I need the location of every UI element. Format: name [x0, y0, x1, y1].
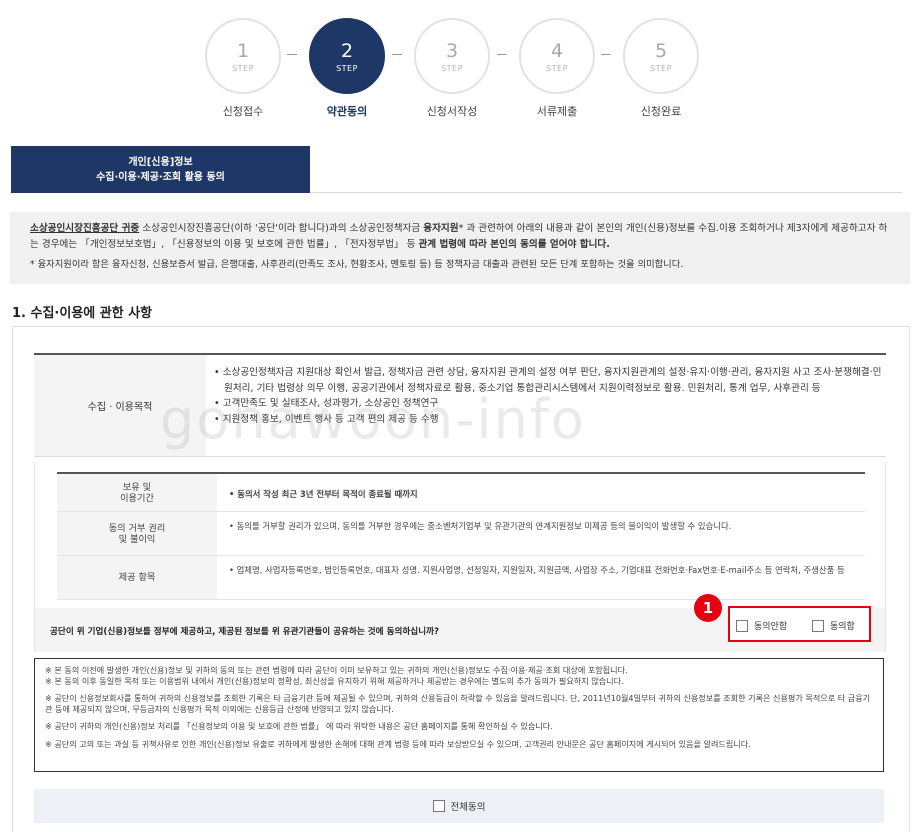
- consent-intro: 소상공인시장진흥공단 귀중 소상공인시장진흥공단(이하 '공단'이라 합니다)과…: [10, 212, 910, 284]
- disagree-label: 동의안함: [754, 622, 788, 632]
- consent-question: 공단이 위 기업(신용)정보를 정부에 제공하고, 제공된 정보를 위 유관기관…: [50, 627, 439, 637]
- header-text: 제공 항목: [118, 572, 156, 583]
- table-row: 제공 항목 • 업체명, 사업자등록번호, 법인등록번호, 대표자 성명. 지원…: [57, 556, 865, 600]
- step-sub: STEP: [232, 63, 254, 73]
- step-sub: STEP: [546, 63, 568, 73]
- step-circle: 4 STEP: [519, 18, 595, 94]
- intro-text-part1: 소상공인시장진흥공단(이하 '공단'이라 합니다)과의 소상공인정책자금: [139, 223, 424, 234]
- purpose-table: 수집 · 이용목적 • 소상공인정책자금 지원대상 확인서 발급, 정책자금 관…: [34, 353, 886, 457]
- step-number: 2: [340, 39, 354, 62]
- step-separator: [497, 54, 507, 55]
- step-number: 3: [445, 39, 459, 62]
- refusal-right-content: • 동의를 거부할 권리가 있으며, 동의를 거부한 경우에는 중소벤처기업부 …: [229, 521, 732, 531]
- agree-checkbox[interactable]: [812, 619, 824, 632]
- step-label: 신청서작성: [426, 105, 478, 118]
- intro-footnote: * 융자지원이라 함은 융자신청, 신용보증서 발급, 은행대출, 사후관리(만…: [30, 259, 684, 270]
- annotation-badge: 1: [694, 594, 722, 622]
- step-sub: STEP: [441, 63, 463, 73]
- purpose-content: • 소상공인정책자금 지원대상 확인서 발급, 정책자금 관련 상담, 융자지원…: [214, 365, 882, 427]
- step-circle: 5 STEP: [623, 18, 699, 94]
- tab-title-line1: 개인[신용]정보: [128, 157, 193, 168]
- table-row: 보유 및 이용기간 • 동의서 작성 최근 3년 전부터 목적이 종료될 때까지: [57, 472, 865, 512]
- provided-items-header: 제공 항목: [57, 556, 217, 599]
- step-2: 2 STEP 약관동의: [307, 18, 387, 119]
- all-agree-bar[interactable]: 전체동의: [34, 789, 884, 823]
- agree-option[interactable]: 동의함: [812, 619, 855, 632]
- agree-label: 동의함: [830, 622, 855, 632]
- step-3: 3 STEP 신청서작성: [412, 18, 492, 119]
- purpose-item: • 지원정책 홍보, 이벤트 행사 등 고객 편의 제공 등 수행: [214, 413, 439, 425]
- step-indicator: 1 STEP 신청접수 2 STEP 약관동의 3 STEP 신청서작성 4 S…: [200, 18, 720, 118]
- step-number: 5: [654, 39, 668, 62]
- intro-bold-part2: 관계 법령에 따라 본인의 동의를 얻어야 합니다.: [418, 239, 610, 250]
- note-paragraph: ※ 공단이 신용정보회사를 통하여 귀하의 신용정보를 조회한 기록은 타 금융…: [45, 693, 871, 714]
- all-agree-label: 전체동의: [450, 802, 486, 813]
- step-circle: 2 STEP: [309, 18, 385, 94]
- step-label: 신청접수: [222, 105, 264, 118]
- step-label: 약관동의: [326, 105, 368, 118]
- header-text: 동의 거부 권리 및 불이익: [108, 522, 166, 545]
- step-sub: STEP: [650, 63, 672, 73]
- table-row: 동의 거부 권리 및 불이익 • 동의를 거부할 권리가 있으며, 동의를 거부…: [57, 512, 865, 556]
- step-circle: 3 STEP: [414, 18, 490, 94]
- step-separator: [287, 54, 297, 55]
- intro-recipient: 소상공인시장진흥공단 귀중: [30, 223, 140, 234]
- consent-detail-table: 보유 및 이용기간 • 동의서 작성 최근 3년 전부터 목적이 종료될 때까지…: [34, 462, 886, 652]
- refusal-right-header: 동의 거부 권리 및 불이익: [57, 512, 217, 555]
- tab-title-line2: 수집·이용·제공·조회 활용 동의: [96, 172, 225, 183]
- disagree-option[interactable]: 동의안함: [736, 619, 787, 632]
- step-number: 4: [550, 39, 564, 62]
- all-agree-checkbox[interactable]: [432, 800, 445, 812]
- retention-period-content: • 동의서 작성 최근 3년 전부터 목적이 종료될 때까지: [229, 489, 418, 499]
- step-label: 신청완료: [640, 105, 682, 118]
- section-title: 1. 수집·이용에 관한 사항: [12, 306, 153, 321]
- step-1: 1 STEP 신청접수: [203, 18, 283, 119]
- step-label: 서류제출: [536, 105, 578, 118]
- step-4: 4 STEP 서류제출: [517, 18, 597, 119]
- step-circle: 1 STEP: [205, 18, 281, 94]
- consent-options: 동의안함 동의함: [728, 606, 871, 642]
- purpose-item: • 고객만족도 및 실태조사, 성과평가, 소상공인 정책연구: [214, 398, 439, 409]
- disagree-checkbox[interactable]: [736, 619, 748, 632]
- provided-items-content: • 업체명, 사업자등록번호, 법인등록번호, 대표자 성명. 지원사업명, 선…: [229, 565, 845, 575]
- note-paragraph: ※ 공단이 귀하의 개인(신용)정보 처리를 「신용정보의 이용 및 보호에 관…: [45, 721, 553, 731]
- consent-notes: ※ 본 동의 이전에 발생한 개인(신용)정보 및 귀하의 동의 또는 관련 법…: [34, 658, 884, 772]
- intro-text: 소상공인시장진흥공단 귀중 소상공인시장진흥공단(이하 '공단'이라 합니다)과…: [30, 221, 896, 253]
- step-number: 1: [236, 39, 250, 62]
- purpose-header: 수집 · 이용목적: [34, 355, 206, 456]
- note-paragraph: ※ 본 동의 이전에 발생한 개인(신용)정보 및 귀하의 동의 또는 관련 법…: [45, 665, 628, 686]
- retention-period-header: 보유 및 이용기간: [57, 474, 217, 511]
- header-text: 보유 및 이용기간: [120, 481, 154, 504]
- tab-personal-info-consent[interactable]: 개인[신용]정보 수집·이용·제공·조회 활용 동의: [11, 146, 310, 193]
- step-5: 5 STEP 신청완료: [621, 18, 701, 119]
- intro-bold-part1: 융자지원: [423, 223, 459, 234]
- note-paragraph: ※ 공단의 고의 또는 과실 등 귀책사유로 인한 개인(신용)정보 유출로 귀…: [45, 738, 751, 749]
- step-separator: [601, 54, 611, 55]
- step-separator: [392, 54, 402, 55]
- step-sub: STEP: [336, 63, 358, 73]
- purpose-item: • 소상공인정책자금 지원대상 확인서 발급, 정책자금 관련 상담, 융자지원…: [214, 367, 882, 394]
